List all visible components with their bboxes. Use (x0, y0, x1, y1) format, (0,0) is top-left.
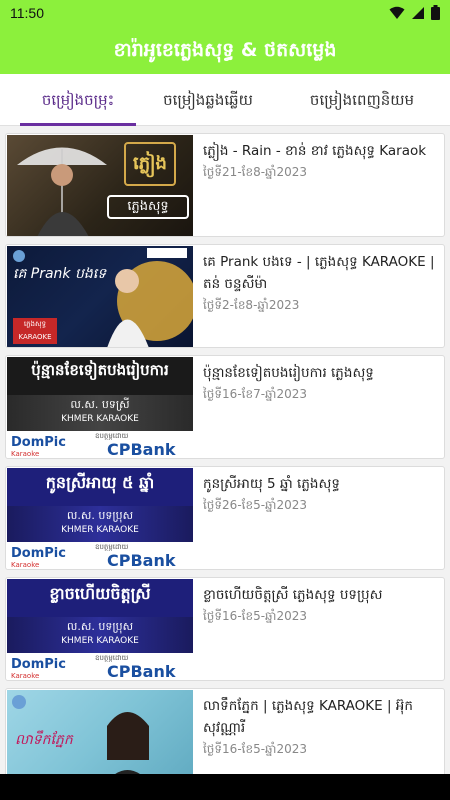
thumb-dompic-sub: Karaoke (11, 672, 40, 680)
song-thumbnail: កូនស្រីអាយុ ៥ ឆ្នាំ ល.ស. បទប្រុស KHMER K… (7, 468, 193, 570)
thumb-karaoke: KHMER KARAOKE (61, 414, 139, 424)
song-date: ថ្ងៃទី21-ខែ8-ឆ្នាំ2023 (203, 165, 307, 179)
thumb-dompic-sub: Karaoke (11, 561, 40, 569)
tab-popular-songs[interactable]: ចម្រៀងពេញនិយម (282, 74, 442, 126)
thumb-title: ខ្លាចហើយចិត្តស្រី (49, 584, 151, 603)
thumb-title: កូនស្រីអាយុ ៥ ឆ្នាំ (45, 473, 155, 492)
song-date: ថ្ងៃទី16-ខែ7-ឆ្នាំ2023 (203, 387, 307, 401)
status-bar: 11:50 (0, 0, 450, 26)
app-bar: ខារ៉ាអូខេភ្លេងសុទ្ធ & ថតសម្លេង (0, 26, 450, 74)
song-thumbnail: គេ Prank បងទេ ភ្លេងសុទ្ធ KARAOKE (7, 246, 193, 347)
thumb-bank: CPBank (107, 662, 176, 681)
song-title: ប៉ុន្មានខែទៀតបងរៀបការ ភ្លេងសុទ្ធ (203, 365, 374, 381)
song-title: លាទឹកភ្នែក | ភ្លេងសុទ្ធ KARAOKE | អ៊ុក ស… (203, 698, 413, 736)
tab-bar: ចម្រៀងចម្រុះ ចម្រៀងឆ្លងឆ្លើយ ចម្រៀងពេញនិ… (0, 74, 450, 126)
battery-icon (431, 5, 440, 20)
song-title: ខ្លាចហើយចិត្តស្រី ភ្លេងសុទ្ធ បទប្រុស (203, 587, 383, 603)
thumb-title: ប៉ុន្មានខែទៀតបងរៀបការ (31, 361, 169, 379)
song-title: កូនស្រីអាយុ 5 ឆ្នាំ ភ្លេងសុទ្ធ (203, 476, 340, 492)
app-title: ខារ៉ាអូខេភ្លេងសុទ្ធ & ថតសម្លេង (113, 39, 337, 61)
wifi-icon (389, 6, 405, 19)
status-time: 11:50 (10, 5, 44, 21)
tab-duet-songs[interactable]: ចម្រៀងឆ្លងឆ្លើយ (146, 74, 270, 126)
thumb-subtitle: ភ្លេងសុទ្ធ KARAOKE (13, 318, 57, 344)
song-card[interactable]: ខ្លាចហើយចិត្តស្រី ល.ស. បទប្រុស KHMER KAR… (5, 577, 445, 681)
song-thumbnail: ប៉ុន្មានខែទៀតបងរៀបការ ល.ស. បទស្រី KHMER … (7, 357, 193, 459)
thumb-subtitle: ភ្លេងសុទ្ធ (107, 195, 189, 219)
song-card[interactable]: លាទឹកភ្នែក លាទឹកភ្នែក | ភ្លេងសុទ្ធ KARAO… (5, 688, 445, 774)
thumb-title: លាទឹកភ្នែក (15, 732, 73, 748)
thumb-dompic: DomPic (11, 435, 66, 450)
song-title: ភ្លៀង - Rain - ខាន់ ខាវ ភ្លេងសុទ្ធ Karao… (203, 143, 427, 159)
thumb-karaoke: KHMER KARAOKE (61, 636, 139, 646)
song-thumbnail: លាទឹកភ្នែក (7, 690, 193, 774)
song-thumbnail: ភ្លៀង ភ្លេងសុទ្ធ (7, 135, 193, 236)
thumb-karaoke: KHMER KARAOKE (61, 525, 139, 535)
status-icons (389, 5, 440, 20)
navigation-bar (0, 774, 450, 800)
thumb-voice: ល.ស. បទស្រី (70, 398, 130, 411)
thumb-voice: ល.ស. បទប្រុស (66, 509, 134, 522)
thumb-dompic: DomPic (11, 657, 66, 672)
song-thumbnail: ខ្លាចហើយចិត្តស្រី ល.ស. បទប្រុស KHMER KAR… (7, 579, 193, 681)
thumb-title: គេ Prank បងទេ (13, 266, 107, 282)
thumb-dompic-sub: Karaoke (11, 450, 40, 458)
song-date: ថ្ងៃទី26-ខែ5-ឆ្នាំ2023 (203, 498, 307, 512)
song-card[interactable]: គេ Prank បងទេ ភ្លេងសុទ្ធ KARAOKE គេ Pran… (5, 244, 445, 348)
thumb-voice: ល.ស. បទប្រុស (66, 620, 134, 633)
song-date: ថ្ងៃទី2-ខែ8-ឆ្នាំ2023 (203, 298, 300, 312)
thumb-dompic: DomPic (11, 546, 66, 561)
song-list[interactable]: ភ្លៀង ភ្លេងសុទ្ធ ភ្លៀង - Rain - ខាន់ ខាវ… (0, 126, 450, 774)
song-card[interactable]: កូនស្រីអាយុ ៥ ឆ្នាំ ល.ស. បទប្រុស KHMER K… (5, 466, 445, 570)
song-title: គេ Prank បងទេ - | ភ្លេងសុទ្ធ KARAOKE | ត… (203, 254, 435, 292)
thumb-bank: CPBank (107, 440, 176, 459)
song-date: ថ្ងៃទី16-ខែ5-ឆ្នាំ2023 (203, 609, 307, 623)
song-date: ថ្ងៃទី16-ខែ5-ឆ្នាំ2023 (203, 742, 307, 756)
song-card[interactable]: ភ្លៀង ភ្លេងសុទ្ធ ភ្លៀង - Rain - ខាន់ ខាវ… (5, 133, 445, 237)
thumb-bank: CPBank (107, 551, 176, 570)
signal-icon (412, 6, 424, 19)
song-card[interactable]: ប៉ុន្មានខែទៀតបងរៀបការ ល.ស. បទស្រី KHMER … (5, 355, 445, 459)
thumb-title: ភ្លៀង (133, 153, 167, 174)
tab-mixed-songs[interactable]: ចម្រៀងចម្រុះ (10, 74, 146, 126)
